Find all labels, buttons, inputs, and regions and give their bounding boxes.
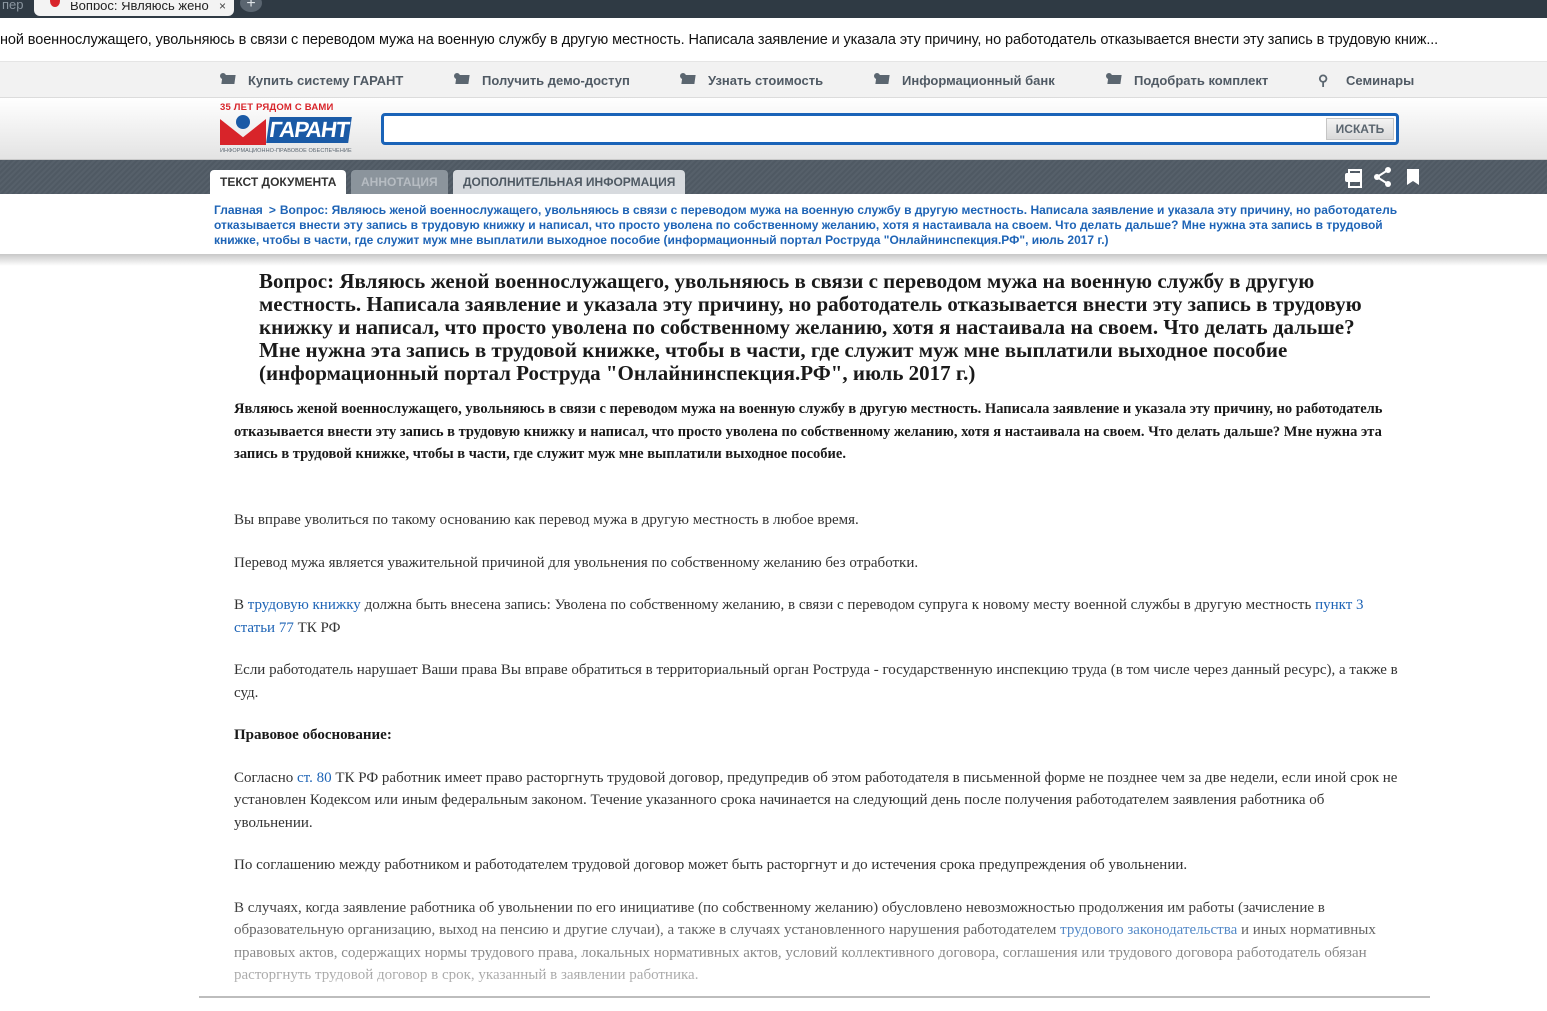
tab-document-text[interactable]: ТЕКСТ ДОКУМЕНТА xyxy=(210,170,347,194)
nav-label: Купить систему ГАРАНТ xyxy=(248,72,404,88)
search-input[interactable] xyxy=(386,118,1326,140)
text-fragment: Согласно xyxy=(234,769,297,786)
monitor-icon xyxy=(454,73,476,87)
monitor-icon xyxy=(220,73,242,87)
nav-seminars[interactable]: ⚲ Семинары xyxy=(1318,62,1414,98)
nav-info-bank[interactable]: Информационный банк xyxy=(874,62,1055,98)
link-article-80[interactable]: ст. 80 xyxy=(297,770,332,786)
print-icon[interactable] xyxy=(1343,166,1363,188)
satellite-dish-icon: ⚲ xyxy=(1318,72,1329,88)
paragraph-4: Если работодатель нарушает Ваши права Вы… xyxy=(234,662,1398,701)
bookmark-icon[interactable] xyxy=(1403,166,1423,188)
text-fragment: ТК РФ работник имеет право расторгнуть т… xyxy=(234,769,1398,831)
monitor-icon xyxy=(874,73,896,87)
search-box: ИСКАТЬ xyxy=(381,113,1399,145)
paragraph-3: В трудовую книжку должна быть внесена за… xyxy=(234,594,1404,639)
browser-tab-strip: пер Вопрос: Являюсь жено × + xyxy=(0,0,1547,18)
nav-label: Получить демо-доступ xyxy=(482,72,630,88)
nav-label: Информационный банк xyxy=(902,72,1055,88)
browser-tab-title: Вопрос: Являюсь жено xyxy=(70,2,209,10)
new-tab-button[interactable]: + xyxy=(240,0,262,12)
monitor-icon xyxy=(1106,73,1128,87)
paragraph-2: Перевод мужа является уважительной причи… xyxy=(234,554,919,571)
tab-additional-info[interactable]: ДОПОЛНИТЕЛЬНАЯ ИНФОРМАЦИЯ xyxy=(453,170,686,194)
link-labor-legislation[interactable]: трудового законодательства xyxy=(1060,922,1237,938)
breadcrumb-home-link[interactable]: Главная xyxy=(214,203,263,217)
document-tabs-bar: ТЕКСТ ДОКУМЕНТА АННОТАЦИЯ ДОПОЛНИТЕЛЬНАЯ… xyxy=(0,160,1547,194)
header-shadow xyxy=(0,254,1547,266)
logo-mark-icon xyxy=(220,115,268,145)
header-search-band: 35 ЛЕТ РЯДОМ С ВАМИ ГАРАНТ ИНФОРМАЦИОННО… xyxy=(0,98,1547,160)
nav-price[interactable]: Узнать стоимость xyxy=(680,62,823,98)
logo-tagline: 35 ЛЕТ РЯДОМ С ВАМИ xyxy=(220,102,334,113)
document-actions xyxy=(1343,166,1423,188)
nav-label: Семинары xyxy=(1346,72,1415,88)
close-tab-icon[interactable]: × xyxy=(219,0,226,12)
paragraph-8: В случаях, когда заявление работника об … xyxy=(234,897,1404,987)
legal-basis-heading: Правовое обоснование: xyxy=(234,727,392,743)
page-title-bar: ной военнослужащего, увольняюсь в связи … xyxy=(0,18,1547,62)
browser-tab-previous[interactable]: пер xyxy=(0,0,24,18)
nav-buy-garant[interactable]: Купить систему ГАРАНТ xyxy=(220,62,403,98)
monitor-icon xyxy=(680,73,702,87)
text-fragment: ТК РФ xyxy=(293,619,341,636)
top-navigation: Купить систему ГАРАНТ Получить демо-дост… xyxy=(0,62,1547,98)
nav-label: Подобрать комплект xyxy=(1134,72,1269,88)
browser-tab-active[interactable]: Вопрос: Являюсь жено × xyxy=(34,0,234,16)
nav-choose-kit[interactable]: Подобрать комплект xyxy=(1106,62,1268,98)
garant-favicon-icon xyxy=(48,0,62,11)
nav-demo-access[interactable]: Получить демо-доступ xyxy=(454,62,630,98)
link-labor-book[interactable]: трудовую книжку xyxy=(248,597,361,613)
breadcrumb: Главная > Вопрос: Являюсь женой военнослуж… xyxy=(214,203,1414,248)
share-icon[interactable] xyxy=(1373,166,1393,188)
paragraph-1: Вы вправе уволиться по такому основанию … xyxy=(234,512,859,528)
logo-subtitle: ИНФОРМАЦИОННО-ПРАВОВОЕ ОБЕСПЕЧЕНИЕ xyxy=(220,148,352,154)
paragraph-6: Согласно ст. 80 ТК РФ работник имеет пра… xyxy=(234,767,1404,835)
article-body: Вы вправе уволиться по такому основанию … xyxy=(234,509,1404,1007)
garant-logo[interactable]: 35 ЛЕТ РЯДОМ С ВАМИ ГАРАНТ ИНФОРМАЦИОННО… xyxy=(220,102,352,156)
article-lead: Являюсь женой военнослужащего, увольняюс… xyxy=(234,401,1383,462)
text-fragment: В xyxy=(234,597,248,613)
text-fragment: должна быть внесена запись: Уволена по с… xyxy=(360,597,1316,613)
content-bottom-divider xyxy=(199,996,1430,998)
breadcrumb-separator: > xyxy=(268,203,276,217)
tab-annotation: АННОТАЦИЯ xyxy=(351,170,448,194)
nav-label: Узнать стоимость xyxy=(708,72,824,88)
paragraph-7: По соглашению между работником и работод… xyxy=(234,857,1188,873)
search-button[interactable]: ИСКАТЬ xyxy=(1326,118,1394,140)
logo-wordmark: ГАРАНТ xyxy=(266,117,352,143)
breadcrumb-current-link[interactable]: Вопрос: Являюсь женой военнослужащего, у… xyxy=(214,203,1397,247)
article-title: Вопрос: Являюсь женой военнослужащего, у… xyxy=(259,269,1362,385)
